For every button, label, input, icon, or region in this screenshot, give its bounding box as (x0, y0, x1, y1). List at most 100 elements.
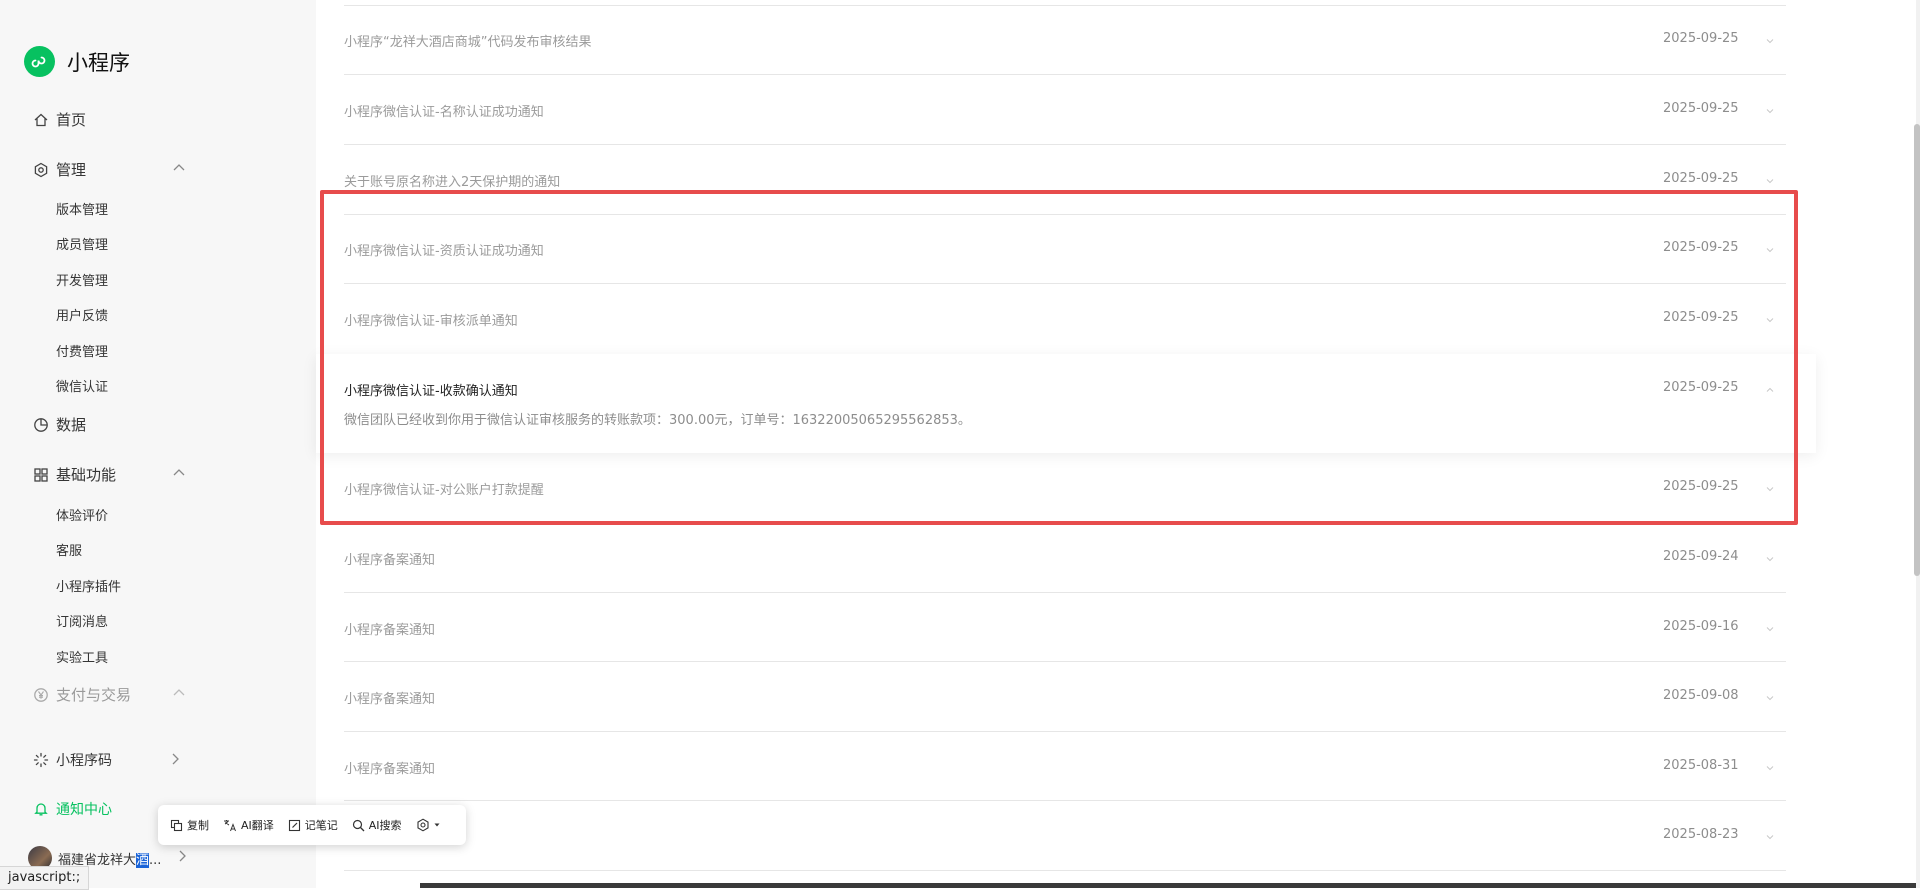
nav-basic-label: 基础功能 (56, 466, 117, 484)
notification-row[interactable]: 小程序微信认证-资质认证成功通知 2025-09-25 (316, 215, 1787, 284)
pie-chart-icon (32, 416, 50, 434)
sidebar-item-plugin[interactable]: 小程序插件 (56, 576, 121, 595)
grid-icon (32, 466, 50, 484)
notification-date: 2025-09-25 (1663, 31, 1739, 46)
notification-date: 2025-08-23 (1663, 827, 1739, 842)
notification-title: 关于账号原名称进入2天保护期的通知 (344, 175, 561, 190)
notification-date: 2025-09-25 (1663, 380, 1739, 395)
notification-row[interactable]: 小程序“龙祥大酒店商城”代码发布审核结果 2025-09-25 (316, 5, 1787, 75)
notification-row[interactable]: 小程序备案通知 2025-08-31 (316, 732, 1787, 801)
notification-row-expanded[interactable]: 小程序微信认证-收款确认通知 2025-09-25 微信团队已经收到你用于微信认… (316, 354, 1816, 453)
nav-notify-label: 通知中心 (56, 802, 112, 818)
sidebar-item-billing[interactable]: 付费管理 (56, 341, 108, 360)
notification-title: 小程序“龙祥大酒店商城”代码发布审核结果 (344, 35, 592, 50)
sidebar-item-wechat-verify[interactable]: 微信认证 (56, 376, 108, 395)
notification-date: 2025-08-31 (1663, 758, 1739, 773)
notification-date: 2025-09-25 (1663, 101, 1739, 116)
ai-translate-button[interactable]: AI翻译 (223, 817, 274, 833)
nav-notify[interactable]: 通知中心 (32, 799, 112, 819)
scrollbar-thumb[interactable] (1914, 124, 1920, 576)
chevron-up-icon (172, 686, 186, 704)
sidebar-item-service[interactable]: 客服 (56, 540, 82, 559)
translate-icon (224, 819, 236, 831)
settings-dropdown[interactable] (416, 818, 444, 832)
chevron-up-icon (172, 161, 186, 179)
notification-title: 小程序微信认证-对公账户打款提醒 (344, 483, 544, 498)
status-bar-url: javascript:; (0, 866, 90, 890)
brand-name: 小程序 (67, 50, 130, 75)
chevron-down-icon (1766, 109, 1774, 114)
sidebar-item-experiment[interactable]: 实验工具 (56, 647, 108, 666)
chevron-down-icon (1766, 39, 1774, 44)
notification-title: 小程序微信认证-收款确认通知 (344, 384, 518, 399)
chevron-right-icon (175, 849, 189, 867)
account-name: 福建省龙祥大酒... (58, 852, 162, 868)
notification-row[interactable]: 关于账号原名称进入2天保护期的通知 2025-09-25 (316, 145, 1787, 215)
notification-date: 2025-09-24 (1663, 549, 1739, 564)
take-note-button[interactable]: 记笔记 (288, 817, 338, 833)
notification-row[interactable]: 小程序备案通知 2025-09-16 (316, 593, 1787, 662)
sidebar-item-version[interactable]: 版本管理 (56, 199, 108, 218)
nav-data-label: 数据 (56, 416, 87, 434)
sidebar-item-subscribe[interactable]: 订阅消息 (56, 611, 108, 630)
copy-icon (170, 819, 183, 831)
notification-title: 小程序备案通知 (344, 762, 436, 777)
nav-basic[interactable]: 基础功能 (32, 464, 185, 485)
ai-translate-label: AI翻译 (241, 819, 274, 832)
sidebar-item-members[interactable]: 成员管理 (56, 234, 108, 253)
ai-search-label: AI搜索 (368, 819, 402, 832)
nav-home[interactable]: 首页 (32, 109, 86, 130)
note-edit-icon (288, 819, 300, 831)
nav-payment-label: 支付与交易 (56, 686, 132, 704)
chevron-down-icon (1766, 766, 1774, 771)
chevron-down-icon (1766, 835, 1774, 840)
divider (344, 870, 1786, 871)
selection-toolbar: 复制 AI翻译 记笔记 AI搜索 (158, 805, 466, 845)
chevron-up-icon (1766, 387, 1774, 392)
bell-icon (32, 800, 50, 818)
sidebar-item-feedback[interactable]: 用户反馈 (56, 305, 108, 324)
notification-title: 小程序微信认证-名称认证成功通知 (344, 105, 544, 120)
notification-title: 小程序备案通知 (344, 692, 436, 707)
window-edge (420, 883, 1916, 888)
notification-date: 2025-09-25 (1663, 310, 1739, 325)
sidebar-item-dev[interactable]: 开发管理 (56, 270, 108, 289)
sidebar: 小程序 首页 管理 版本管理 成员管理 开发管理 用户反馈 付费管理 微信认证 … (0, 0, 316, 888)
chevron-down-icon (1766, 487, 1774, 492)
nav-qrcode-label: 小程序码 (56, 753, 112, 769)
chevron-down-icon (1766, 696, 1774, 701)
sidebar-item-review[interactable]: 体验评价 (56, 505, 108, 524)
notification-row[interactable]: 小程序微信认证-对公账户打款提醒 2025-09-25 (316, 453, 1787, 523)
home-icon (32, 111, 50, 129)
notification-date: 2025-09-16 (1663, 619, 1739, 634)
notification-row[interactable]: 小程序微信认证-名称认证成功通知 2025-09-25 (316, 75, 1787, 145)
copy-label: 复制 (187, 819, 209, 832)
notification-row[interactable]: 小程序备案通知 2025-09-08 (316, 662, 1787, 732)
notification-row[interactable]: 小程序备案通知 2025-09-24 (316, 523, 1787, 593)
copy-button[interactable]: 复制 (170, 817, 209, 833)
notification-list: 小程序“龙祥大酒店商城”代码发布审核结果 2025-09-25 小程序微信认证-… (316, 0, 1916, 888)
nav-manage[interactable]: 管理 (32, 159, 185, 180)
yen-icon (32, 686, 50, 704)
chevron-down-icon (1766, 179, 1774, 184)
notification-row[interactable]: 小程序微信认证-审核派单通知 2025-09-25 (316, 284, 1787, 354)
notification-title: 小程序备案通知 (344, 623, 436, 638)
chevron-down-icon (1766, 557, 1774, 562)
ai-search-button[interactable]: AI搜索 (352, 817, 402, 833)
nav-qrcode[interactable]: 小程序码 (32, 750, 179, 770)
gear-icon (417, 818, 429, 832)
notification-detail: 微信团队已经收到你用于微信认证审核服务的转账款项：300.00元，订单号：163… (344, 413, 971, 428)
chevron-down-icon (1766, 248, 1774, 253)
nav-home-label: 首页 (56, 111, 87, 129)
miniprogram-logo-icon (24, 46, 55, 77)
notification-row[interactable]: 2025-08-23 (316, 801, 1787, 871)
brand[interactable]: 小程序 (24, 46, 130, 77)
notification-date: 2025-09-08 (1663, 688, 1739, 703)
search-icon (352, 819, 365, 831)
manage-icon (32, 161, 50, 179)
nav-data[interactable]: 数据 (32, 414, 86, 435)
notification-date: 2025-09-25 (1663, 171, 1739, 186)
chevron-down-icon (1766, 318, 1774, 323)
take-note-label: 记笔记 (304, 819, 338, 832)
nav-payment[interactable]: 支付与交易 (32, 684, 185, 705)
